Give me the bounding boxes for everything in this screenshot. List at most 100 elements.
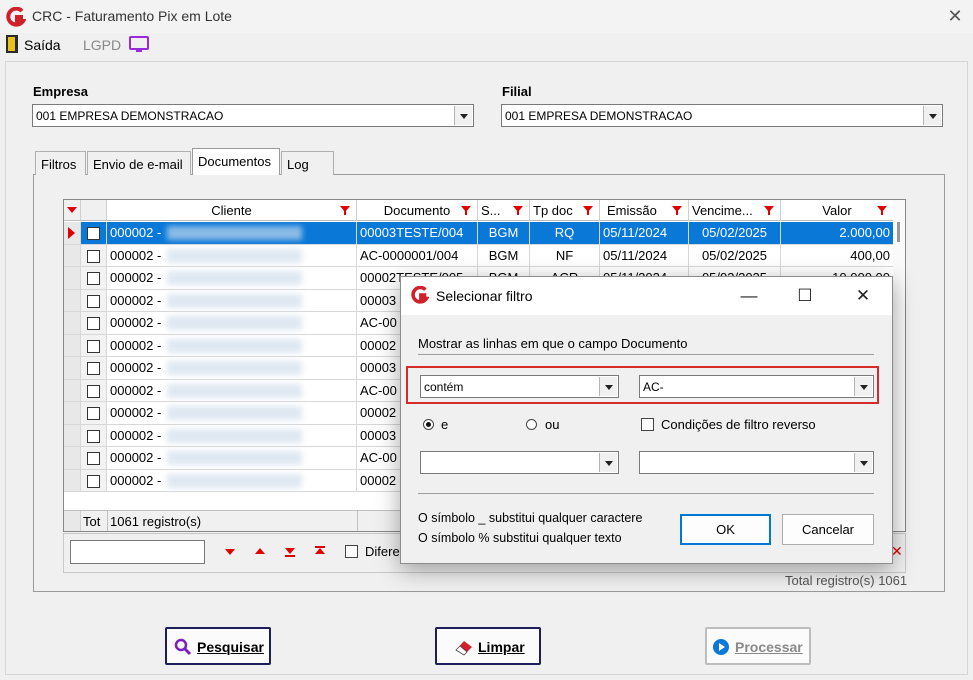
row-indicator[interactable] [64,312,81,335]
filter-icon[interactable] [340,206,350,215]
row-indicator[interactable] [64,469,81,492]
row-checkbox-cell [81,312,107,335]
row-indicator[interactable] [64,402,81,425]
processar-button[interactable]: Processar [705,627,811,665]
saida-button[interactable]: Saída [24,37,61,53]
filter-icon[interactable] [877,206,887,215]
play-icon [713,639,729,655]
row-indicator[interactable] [64,357,81,380]
table-row[interactable]: 000002 -00003TESTE/004 BGM RQ 05/11/2024 05/… [64,222,894,245]
pesquisar-button[interactable]: Pesquisar [165,627,271,665]
chevron-down-icon[interactable] [854,377,872,396]
tab-documentos[interactable]: Documentos [192,148,280,175]
filter-icon[interactable] [461,206,471,215]
row-checkbox[interactable] [87,429,100,443]
diferente-checkbox[interactable] [345,545,358,558]
lgpd-button[interactable]: LGPD [83,37,121,53]
operator-select[interactable]: contém [420,375,619,398]
cancel-button[interactable]: Cancelar [782,514,874,545]
tab-filtros[interactable]: Filtros [35,151,86,175]
row-checkbox[interactable] [87,474,100,488]
reverse-filter-checkbox[interactable] [641,418,654,431]
ok-button[interactable]: OK [680,514,771,545]
cell-documento: AC-0000001/004 [357,244,478,267]
dialog-minimize-button[interactable]: — [725,277,773,315]
empresa-select[interactable]: 001 EMPRESA DEMONSTRACAO [32,104,474,127]
col-header-tpdoc[interactable]: Tp doc [530,200,600,221]
processar-label: Processar [735,639,803,655]
chevron-down-icon[interactable] [599,453,617,472]
row-indicator[interactable] [64,447,81,470]
row-indicator[interactable] [64,267,81,290]
row-checkbox[interactable] [87,272,100,285]
chevron-down-icon[interactable] [454,106,472,125]
search-icon [174,638,192,656]
radio-ou[interactable] [526,419,537,430]
row-indicator[interactable] [64,222,81,245]
row-checkbox[interactable] [87,249,100,263]
app-logo-icon [411,286,429,304]
col-header-label: Valor [822,203,852,218]
previous-up-icon[interactable] [255,548,265,554]
filter-icon[interactable] [583,206,593,215]
row-checkbox[interactable] [87,317,100,330]
row-checkbox[interactable] [87,339,100,353]
empresa-label: Empresa [33,84,88,99]
last-down-bar [285,555,295,557]
col-header-label: Documento [383,203,451,218]
col-header-s[interactable]: S... [478,200,530,221]
filter-icon[interactable] [513,206,523,215]
operator2-select[interactable] [420,451,619,474]
chevron-down-icon[interactable] [599,377,617,396]
dialog-close-button[interactable]: ✕ [839,277,887,315]
radio-e[interactable] [423,419,434,430]
col-header-vencimento[interactable]: Vencime... [689,200,781,221]
filter-icon[interactable] [672,206,682,215]
window-close-button[interactable]: ✕ [944,6,966,26]
row-indicator[interactable] [64,289,81,312]
monitor-icon[interactable] [129,36,149,54]
chevron-down-icon[interactable] [854,453,872,472]
table-row[interactable]: 000002 - AC-0000001/004 BGM NF 05/11/2024 05/… [64,244,894,267]
row-checkbox[interactable] [87,452,100,465]
value2-combo[interactable] [639,451,874,474]
col-header-cliente[interactable]: Cliente [107,200,357,221]
quick-search-input[interactable] [70,540,205,564]
grid-filter-all[interactable] [64,200,81,221]
row-checkbox[interactable] [87,384,100,398]
next-down-icon[interactable] [225,549,235,555]
filial-select[interactable]: 001 EMPRESA DEMONSTRACAO [501,104,943,127]
chevron-down-icon[interactable] [923,106,941,125]
exit-door-icon[interactable] [6,35,18,53]
row-indicator[interactable] [64,334,81,357]
limpar-button[interactable]: Limpar [435,627,541,665]
last-down-icon[interactable] [285,548,295,557]
grid-vertical-scrollbar[interactable] [893,200,905,531]
row-checkbox[interactable] [87,407,100,420]
redacted-client-name [167,451,302,465]
row-checkbox[interactable] [87,227,100,240]
scrollbar-thumb[interactable] [897,222,900,242]
dialog-prompt: Mostrar as linhas em que o campo Documen… [418,336,688,351]
redacted-client-name [167,226,302,240]
tab-envio-email[interactable]: Envio de e-mail [87,151,191,175]
value-combo[interactable]: AC- [639,375,874,398]
row-indicator[interactable] [64,424,81,447]
row-checkbox-cell [81,402,107,425]
cell-venc: 05/02/2025 [689,222,781,245]
row-checkbox[interactable] [87,294,100,308]
dialog-maximize-button[interactable]: ☐ [781,277,829,315]
cell-s: BGM [478,222,530,245]
col-header-documento[interactable]: Documento [357,200,478,221]
row-indicator[interactable] [64,244,81,267]
filter-icon[interactable] [764,206,774,215]
row-indicator[interactable] [64,379,81,402]
col-header-emissao[interactable]: Emissão [600,200,689,221]
grid-header-check[interactable] [81,200,107,221]
first-up-icon[interactable] [315,546,325,555]
tab-log[interactable]: Log [281,151,334,175]
app-logo-icon [6,7,26,27]
cell-documento: 00003TESTE/004 [357,222,478,245]
col-header-valor[interactable]: Valor [781,200,894,221]
row-checkbox[interactable] [87,362,100,375]
